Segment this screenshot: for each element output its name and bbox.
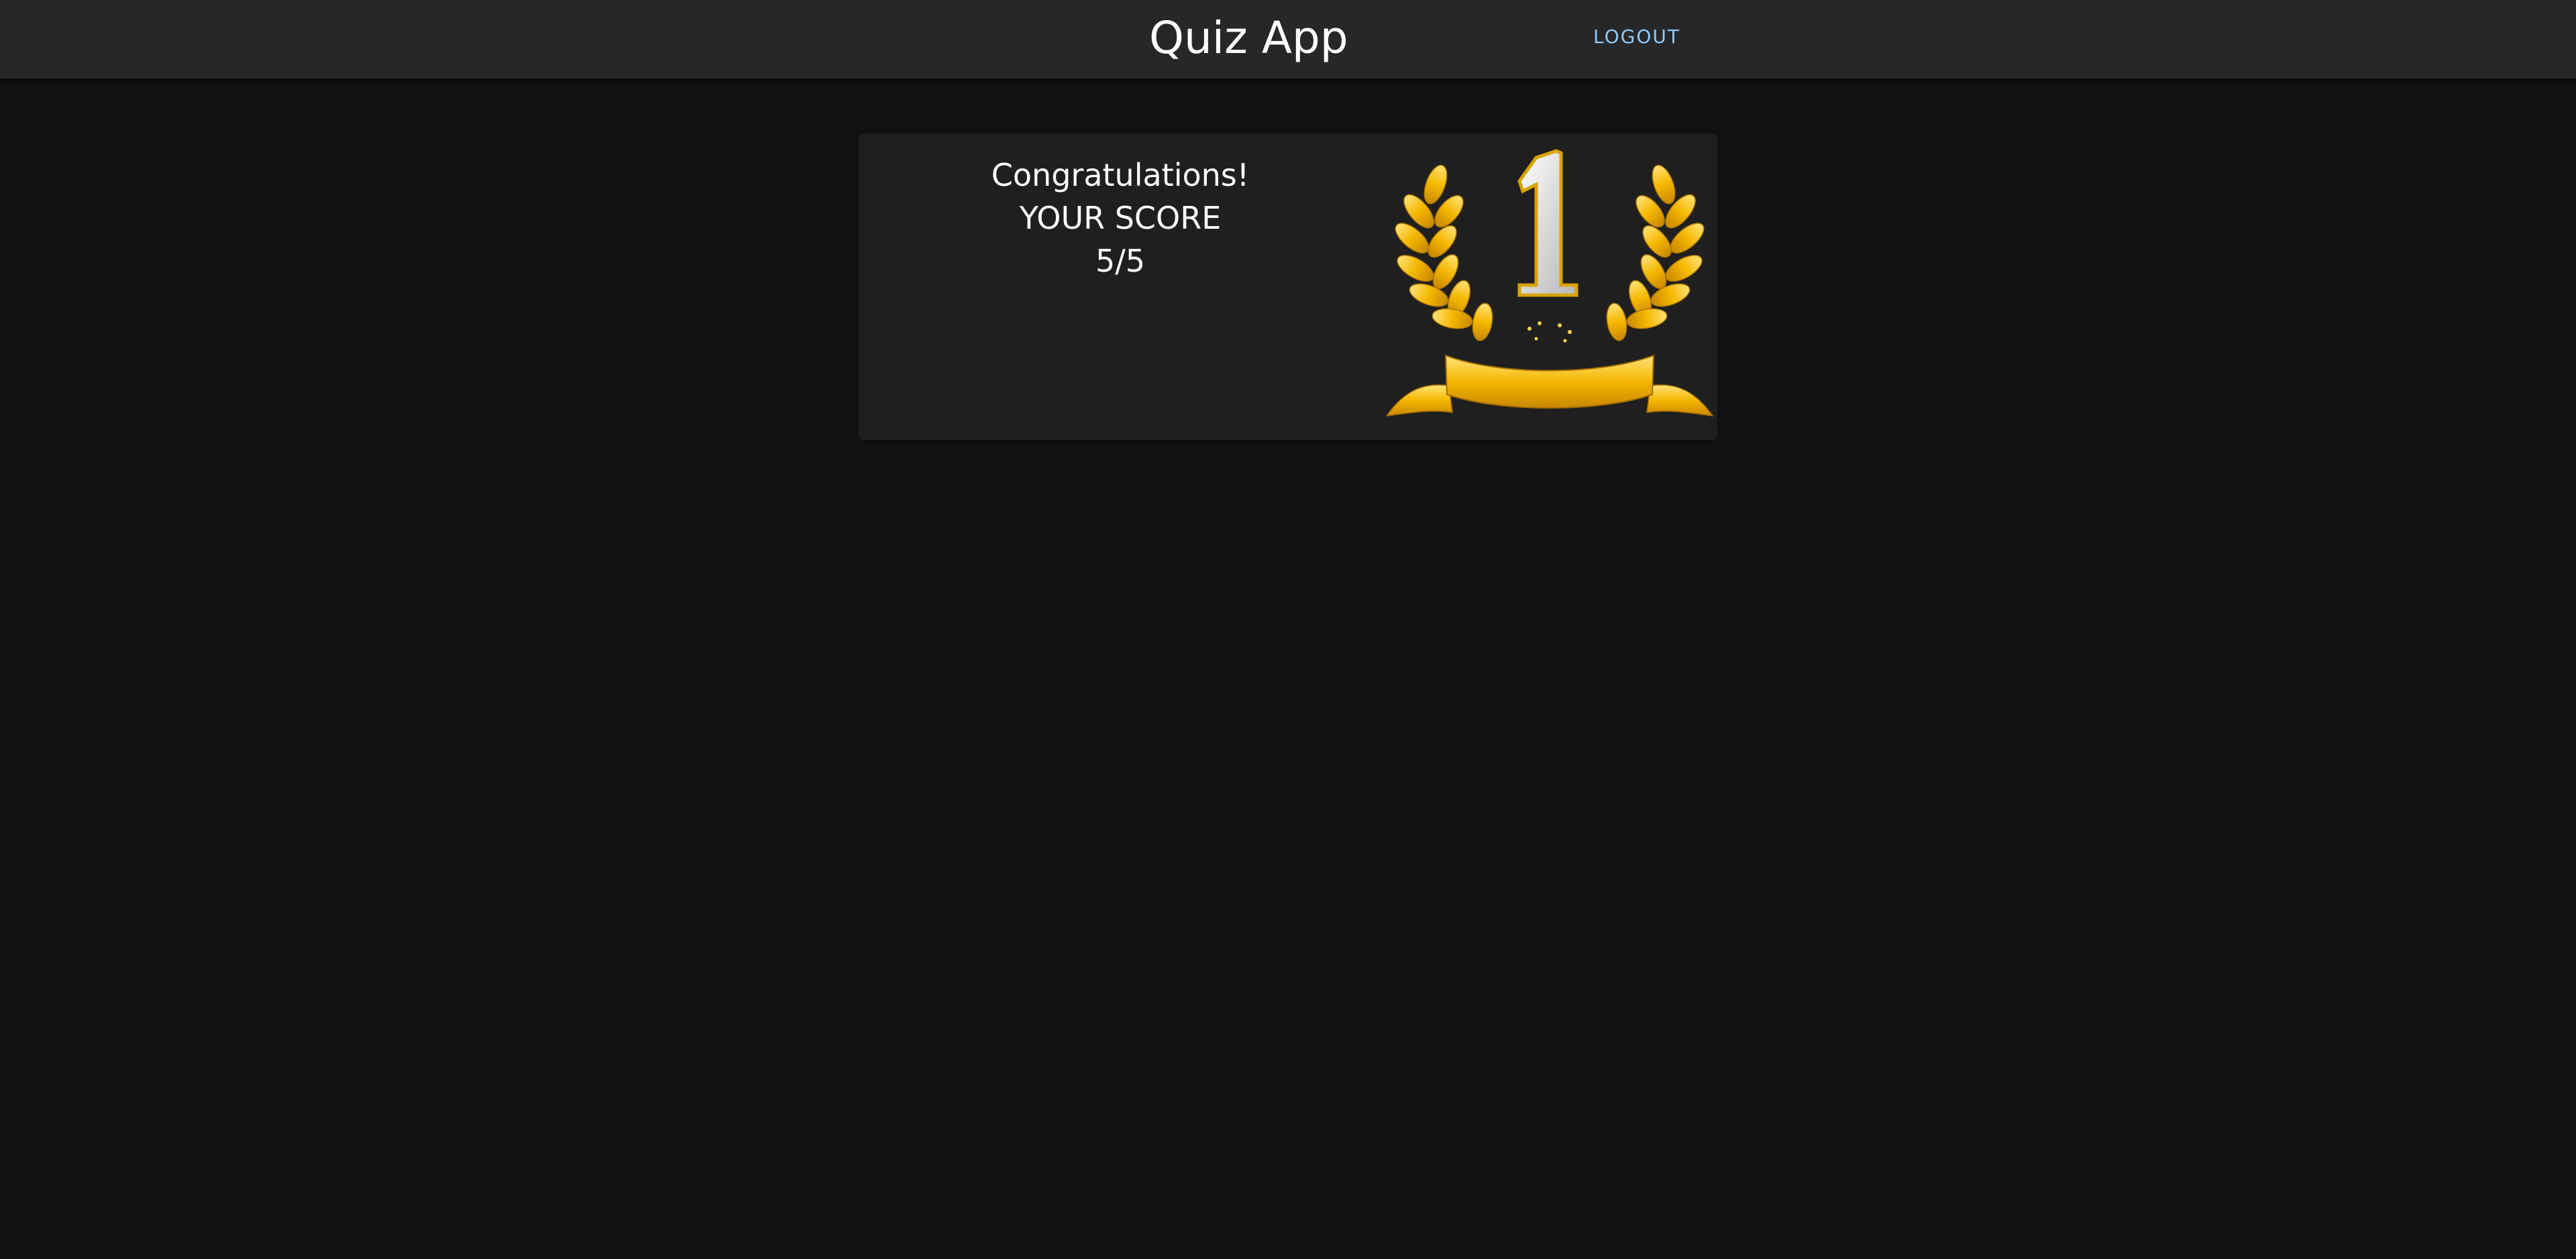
app-title: Quiz App bbox=[1149, 12, 1348, 64]
score-value: 5/5 bbox=[1095, 243, 1146, 279]
congratulations-text: Congratulations! bbox=[991, 157, 1250, 193]
result-card: Congratulations! YOUR SCORE 5/5 bbox=[859, 133, 1717, 440]
app-bar: Quiz App LOGOUT bbox=[0, 0, 2576, 78]
first-place-laurel-wreath-icon bbox=[1385, 149, 1714, 417]
logout-button[interactable]: LOGOUT bbox=[1585, 18, 1689, 56]
score-label: YOUR SCORE bbox=[1019, 200, 1222, 236]
score-block: Congratulations! YOUR SCORE 5/5 bbox=[959, 154, 1281, 282]
